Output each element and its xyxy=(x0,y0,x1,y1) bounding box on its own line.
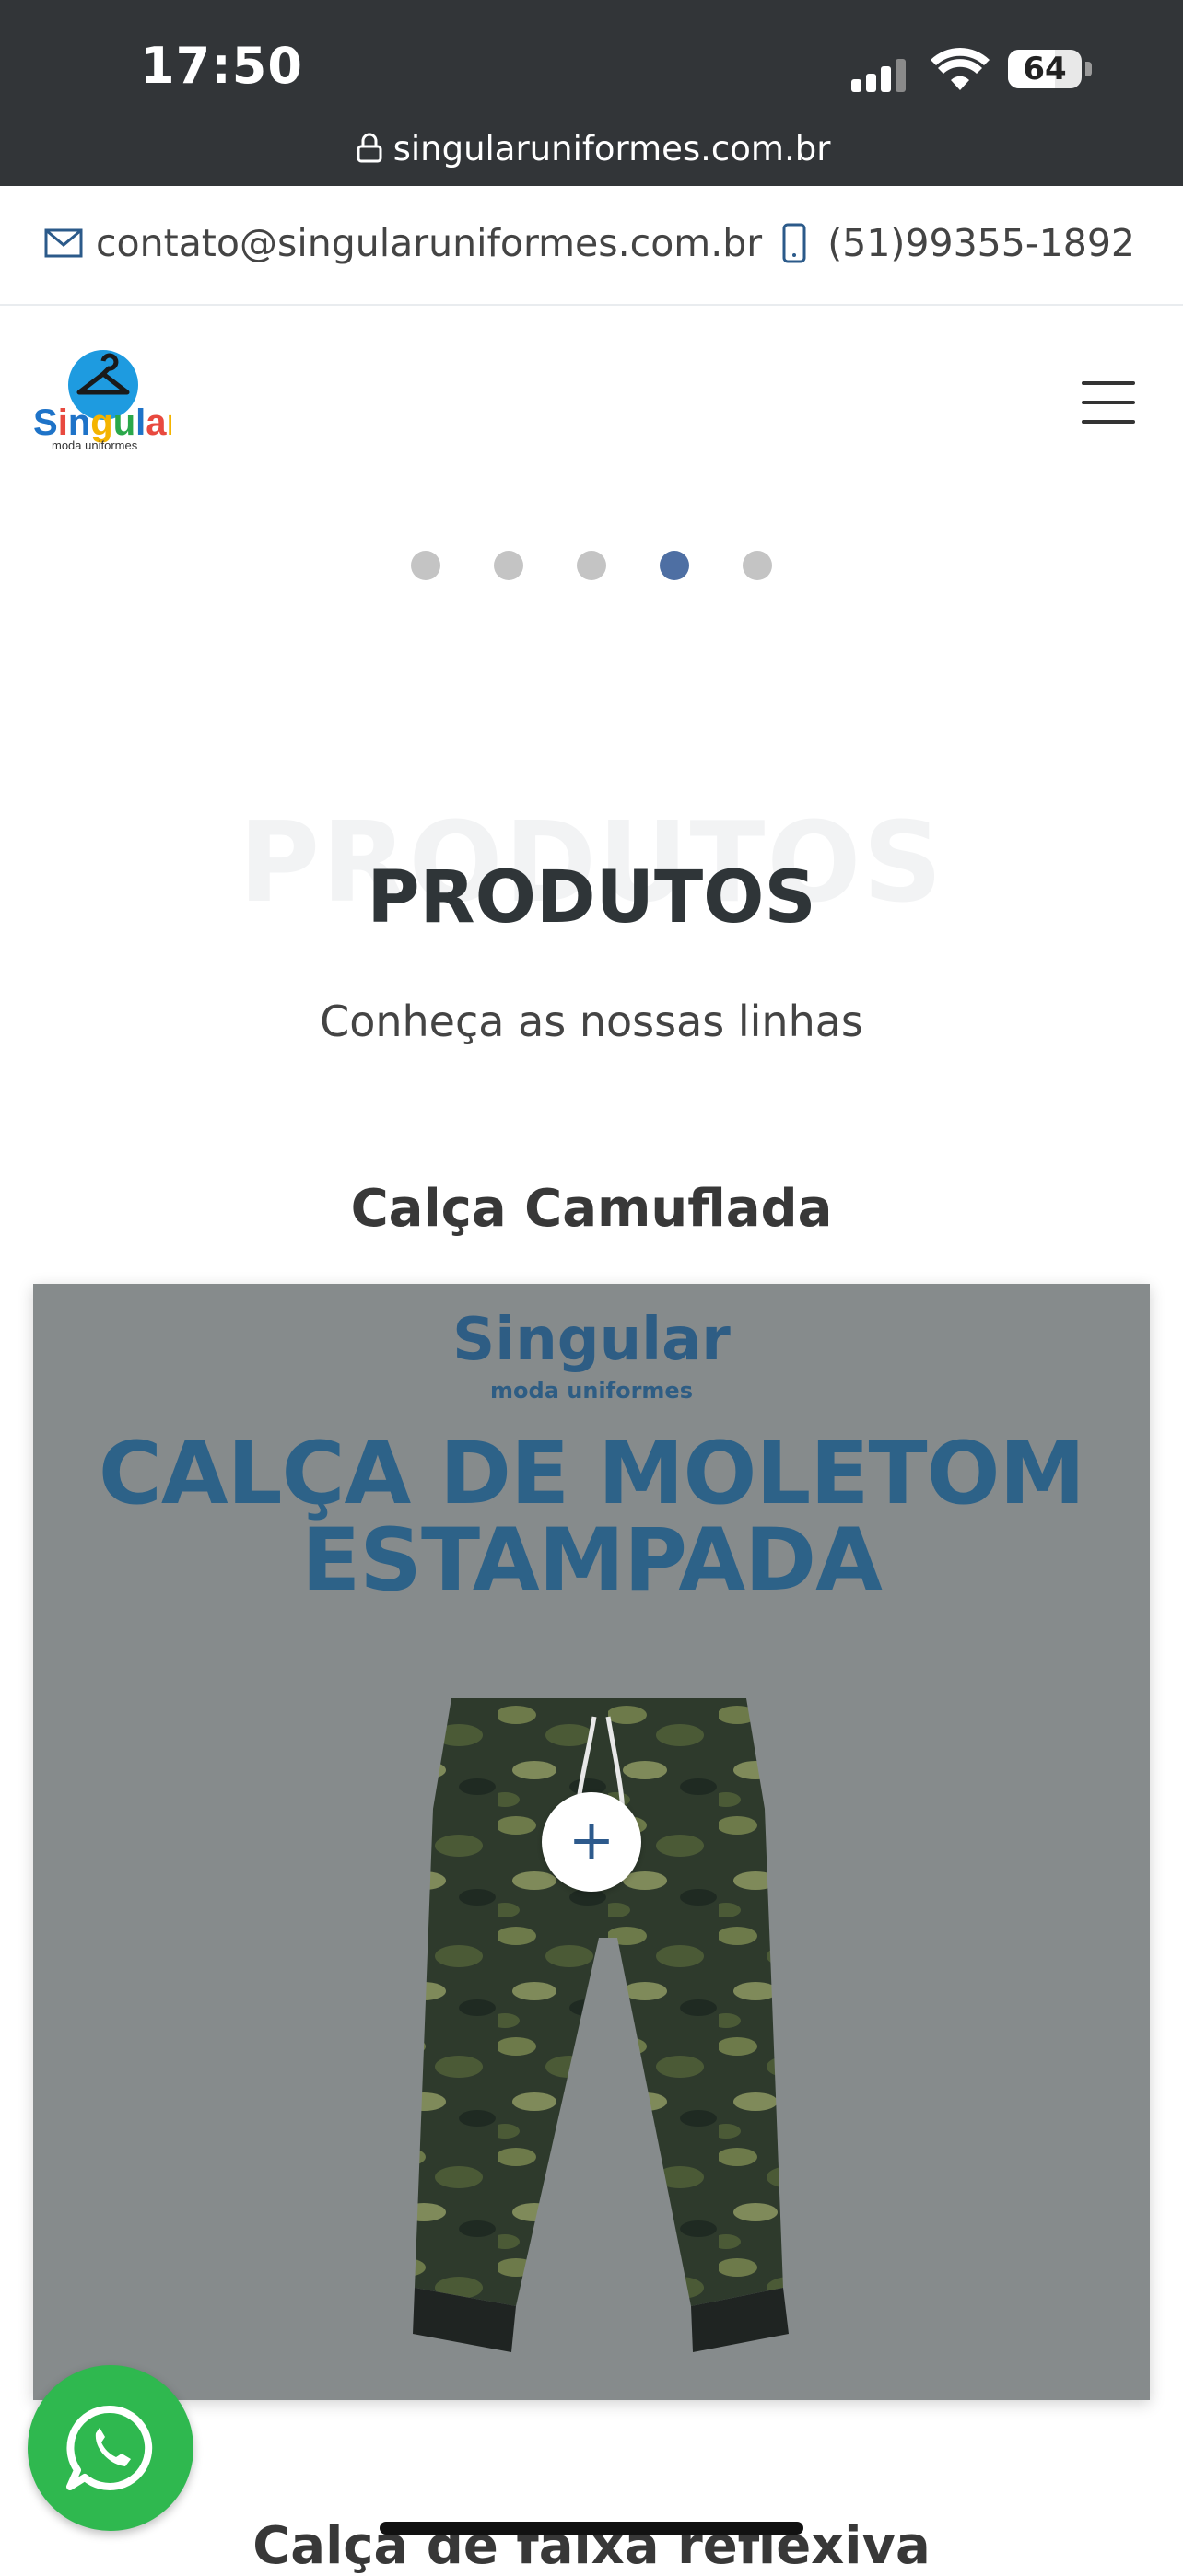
clock: 17:50 xyxy=(140,37,303,95)
lock-icon xyxy=(357,133,382,163)
carousel-dot[interactable] xyxy=(743,551,772,580)
hamburger-icon xyxy=(1082,381,1135,385)
card-brand: Singular xyxy=(452,1306,731,1374)
phone-text: (51)99355-1892 xyxy=(827,221,1135,265)
svg-text:Singular: Singular xyxy=(33,402,171,443)
card-brand-sub: moda uniformes xyxy=(490,1378,693,1404)
battery-level: 64 xyxy=(1023,51,1067,87)
home-indicator xyxy=(380,2522,803,2535)
carousel-indicators xyxy=(0,551,1183,580)
mail-icon xyxy=(44,228,83,258)
card-headline-line2: ESTAMPADA xyxy=(301,1510,883,1611)
email-text: contato@singularuniformes.com.br xyxy=(96,221,763,265)
product-card[interactable]: Singular moda uniformes CALÇA DE MOLETOM… xyxy=(33,1284,1150,2400)
contact-bar: contato@singularuniformes.com.br (51)993… xyxy=(0,186,1183,306)
section-subtitle: Conheça as nossas linhas xyxy=(320,997,863,1046)
whatsapp-button[interactable] xyxy=(28,2365,193,2531)
section-title: PRODUTOS xyxy=(367,857,816,939)
address-bar[interactable]: singularuniformes.com.br xyxy=(0,122,1183,175)
card-headline: CALÇA DE MOLETOM ESTAMPADA xyxy=(33,1431,1150,1604)
menu-button[interactable] xyxy=(1082,378,1137,427)
carousel-dot[interactable] xyxy=(660,551,689,580)
singular-logo[interactable]: Singular moda uniformes xyxy=(33,343,171,453)
cellular-signal-icon xyxy=(851,53,916,92)
whatsapp-icon xyxy=(66,2405,153,2490)
product-title: Calça Camuflada xyxy=(350,1179,833,1239)
email-link[interactable]: contato@singularuniformes.com.br xyxy=(44,221,762,265)
status-bar: 17:50 64 singularuniformes.com.br xyxy=(0,0,1183,186)
card-headline-line1: CALÇA DE MOLETOM xyxy=(98,1424,1085,1524)
carousel-dot[interactable] xyxy=(494,551,523,580)
carousel-dot[interactable] xyxy=(577,551,606,580)
phone-link[interactable]: (51)99355-1892 xyxy=(781,221,1135,265)
phone-icon xyxy=(782,223,806,263)
svg-text:moda uniformes: moda uniformes xyxy=(52,438,138,452)
wifi-icon xyxy=(931,48,990,90)
url-text: singularuniformes.com.br xyxy=(392,128,831,169)
view-product-button[interactable]: + xyxy=(542,1792,641,1892)
carousel-dot[interactable] xyxy=(411,551,440,580)
battery-icon: 64 xyxy=(1008,50,1082,88)
